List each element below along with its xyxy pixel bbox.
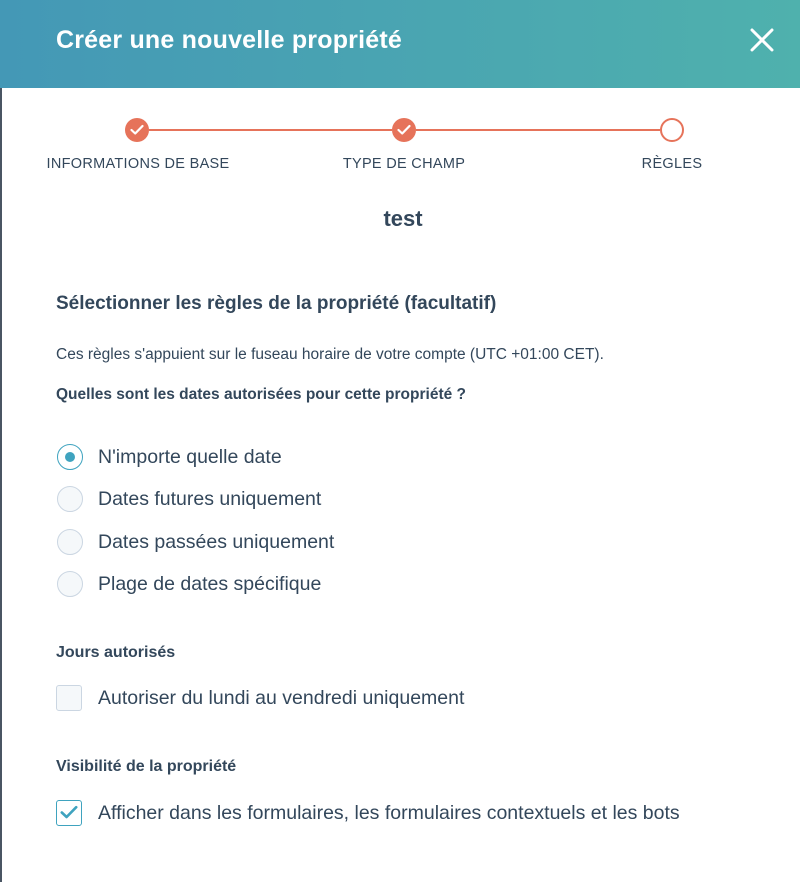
step-2-indicator [392,118,416,142]
progress-stepper: INFORMATIONS DE BASE TYPE DE CHAMP RÈGLE… [0,110,800,180]
property-name: test [383,206,423,231]
radio-option-label: N'importe quelle date [98,446,282,468]
checkmark-icon [60,805,78,819]
dialog-header: Créer une nouvelle propriété [0,0,800,88]
allowed-dates-question: Quelles sont les dates autorisées pour c… [56,386,467,403]
radio-option-any-date[interactable]: N'importe quelle date [56,443,756,471]
radio-option-label: Dates passées uniquement [98,531,335,553]
close-icon [750,28,774,52]
step-3-indicator [660,118,684,142]
dialog-title: Créer une nouvelle propriété [56,26,402,54]
step-1-indicator [125,118,149,142]
radio-button[interactable] [57,486,83,512]
step-connector [149,129,392,131]
radio-option-date-range[interactable]: Plage de dates spécifique [56,570,756,598]
step-1-label: INFORMATIONS DE BASE [46,156,230,172]
weekdays-only-checkbox[interactable] [56,685,82,711]
radio-button[interactable] [57,529,83,555]
radio-selected-dot [64,451,75,462]
radio-button[interactable] [57,571,83,597]
checkmark-icon [397,124,411,135]
show-in-forms-label[interactable]: Afficher dans les formulaires, les formu… [98,800,748,827]
weekdays-only-label[interactable]: Autoriser du lundi au vendredi uniquemen… [98,685,464,712]
step-connector [416,129,660,131]
radio-option-future-dates[interactable]: Dates futures uniquement [56,485,756,513]
step-2-label: TYPE DE CHAMP [342,156,466,172]
allowed-days-heading: Jours autorisés [56,644,176,661]
rules-heading: Sélectionner les règles de la propriété … [56,293,497,314]
timezone-note: Ces règles s'appuient sur le fuseau hora… [56,346,604,363]
visibility-heading: Visibilité de la propriété [56,758,237,775]
checkmark-icon [130,124,144,135]
radio-option-label: Plage de dates spécifique [98,573,322,595]
radio-button[interactable] [57,444,83,470]
radio-option-label: Dates futures uniquement [98,488,322,510]
close-button[interactable] [744,22,780,58]
show-in-forms-checkbox[interactable] [56,800,82,826]
radio-option-past-dates[interactable]: Dates passées uniquement [56,528,756,556]
step-3-label: RÈGLES [641,156,703,172]
